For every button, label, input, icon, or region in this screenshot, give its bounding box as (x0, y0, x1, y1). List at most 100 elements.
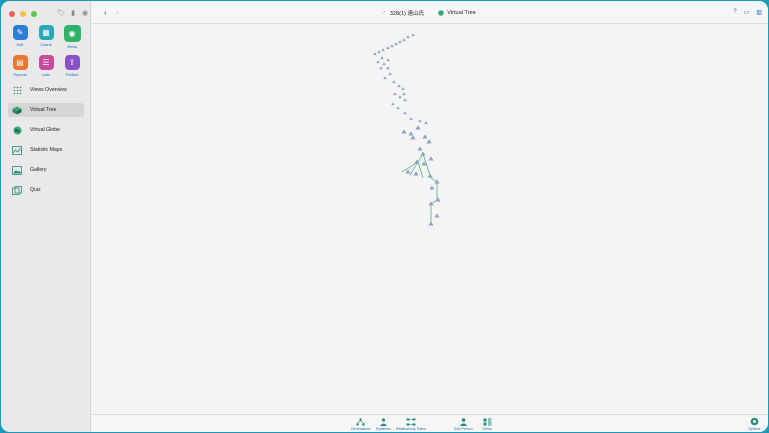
sidebar-item-views-overview[interactable]: Views Overview (8, 83, 84, 97)
tree-node[interactable] (403, 111, 407, 115)
tree-node[interactable] (405, 169, 411, 174)
tree-node[interactable] (408, 131, 414, 136)
virtual-tree-canvas[interactable] (92, 24, 768, 414)
tree-node[interactable] (388, 72, 392, 76)
relationship-paths-icon (406, 417, 416, 426)
tree-node[interactable] (376, 60, 380, 64)
tree-node[interactable] (420, 151, 426, 156)
sidebar-toggle-icon[interactable]: ▥ (756, 9, 762, 16)
tag-icon[interactable]: 🏷 (57, 9, 66, 17)
tree-node[interactable] (414, 159, 420, 164)
close-window-button[interactable] (9, 11, 15, 17)
tree-node[interactable] (435, 197, 441, 202)
tree-node[interactable] (382, 62, 386, 66)
bookmark-icon[interactable]: ▮ (69, 9, 77, 17)
sidebar-item-quiz[interactable]: Quiz (8, 183, 84, 197)
minimize-window-button[interactable] (20, 11, 26, 17)
sidebar-item-label: Virtual Tree (30, 107, 57, 113)
module-charts[interactable]: ▦ Charts (33, 25, 59, 49)
view-indicator: Virtual Tree (438, 10, 476, 16)
tree-node[interactable] (415, 125, 421, 130)
tree-node[interactable] (428, 201, 434, 206)
views-nav: Views Overview Virtual Tree Virtual Glob… (8, 83, 84, 203)
module-views[interactable]: ◉ Views (59, 25, 85, 49)
tree-node[interactable] (373, 52, 377, 56)
window-icon[interactable]: ▭ (744, 9, 750, 16)
tree-node[interactable] (391, 102, 395, 106)
person-search-icon[interactable]: ◉ (81, 9, 89, 17)
relatives-button[interactable]: Relatives (376, 417, 391, 431)
tree-node[interactable] (401, 87, 405, 91)
tree-node[interactable] (381, 48, 385, 52)
tree-node[interactable] (401, 129, 407, 134)
tree-node[interactable] (386, 58, 390, 62)
module-label: Reports (13, 72, 27, 77)
tree-node[interactable] (398, 40, 402, 44)
tree-node[interactable] (393, 92, 397, 96)
back-chevron-icon[interactable]: ‹ (104, 8, 107, 17)
tree-node[interactable] (413, 171, 419, 176)
globe-icon (12, 126, 22, 135)
list-icon: ☰ (38, 55, 54, 70)
window-title: ♂ 328(1) 遠山氏 Virtual Tree (382, 9, 476, 17)
relationship-paths-button[interactable]: Relationship Paths (396, 417, 426, 431)
tree-node[interactable] (417, 146, 423, 151)
pencil-icon: ✎ (12, 25, 28, 40)
module-label: Views (66, 44, 78, 49)
tree-node[interactable] (390, 44, 394, 48)
tree-node[interactable] (396, 106, 400, 110)
tree-node[interactable] (403, 98, 407, 102)
tree-node[interactable] (424, 121, 428, 125)
sidebar-item-virtual-globe[interactable]: Virtual Globe (8, 123, 84, 137)
cube-tree-icon (12, 106, 22, 115)
generations-button[interactable]: Generations (351, 417, 371, 431)
tree-node[interactable] (418, 119, 422, 123)
tree-node[interactable] (377, 50, 381, 54)
virtual-tree-graph[interactable] (92, 24, 768, 414)
tree-node[interactable] (402, 92, 406, 96)
tree-node[interactable] (428, 221, 434, 226)
sidebar-item-statistic-maps[interactable]: Statistic Maps (8, 143, 84, 157)
sidebar-item-label: Gallery (30, 167, 47, 173)
module-publish[interactable]: ⇪ Publish (59, 55, 85, 77)
tree-node[interactable] (434, 213, 440, 218)
zoom-window-button[interactable] (31, 11, 37, 17)
tree-node[interactable] (409, 117, 413, 121)
sidebar-item-gallery[interactable]: Gallery (8, 163, 84, 177)
bottom-button-label: Relatives (376, 427, 391, 431)
options-button[interactable]: Options (748, 417, 760, 431)
module-label: Edit (16, 42, 24, 47)
report-icon: ▤ (12, 55, 28, 70)
module-reports[interactable]: ▤ Reports (7, 55, 33, 77)
tree-node[interactable] (427, 173, 433, 178)
tree-node[interactable] (380, 56, 384, 60)
forward-chevron-icon[interactable]: › (116, 8, 119, 17)
views-icon (482, 417, 492, 426)
views-button[interactable]: Views (482, 417, 492, 431)
module-edit[interactable]: ✎ Edit (7, 25, 33, 49)
tree-node[interactable] (410, 135, 416, 140)
tree-node[interactable] (426, 139, 432, 144)
sidebar-item-virtual-tree[interactable]: Virtual Tree (8, 103, 84, 117)
tree-node[interactable] (383, 76, 387, 80)
tree-node[interactable] (394, 42, 398, 46)
tree-node[interactable] (434, 179, 440, 184)
help-icon[interactable]: ? (733, 9, 736, 16)
tree-node[interactable] (429, 185, 435, 190)
tree-node[interactable] (428, 156, 434, 161)
tree-node[interactable] (379, 66, 383, 70)
tree-node[interactable] (411, 33, 415, 37)
module-label: Publish (65, 72, 79, 77)
upload-icon: ⇪ (64, 55, 80, 70)
tree-node[interactable] (406, 35, 410, 39)
tree-node[interactable] (386, 66, 390, 70)
person-title[interactable]: 328(1) 遠山氏 (390, 9, 425, 17)
tree-node[interactable] (402, 38, 406, 42)
tree-node[interactable] (397, 84, 401, 88)
tree-node[interactable] (422, 134, 428, 139)
module-lists[interactable]: ☰ Lists (33, 55, 59, 77)
tree-node[interactable] (398, 95, 402, 99)
tree-node[interactable] (386, 46, 390, 50)
tree-node[interactable] (392, 80, 396, 84)
edit-person-button[interactable]: Edit Person (454, 417, 473, 431)
